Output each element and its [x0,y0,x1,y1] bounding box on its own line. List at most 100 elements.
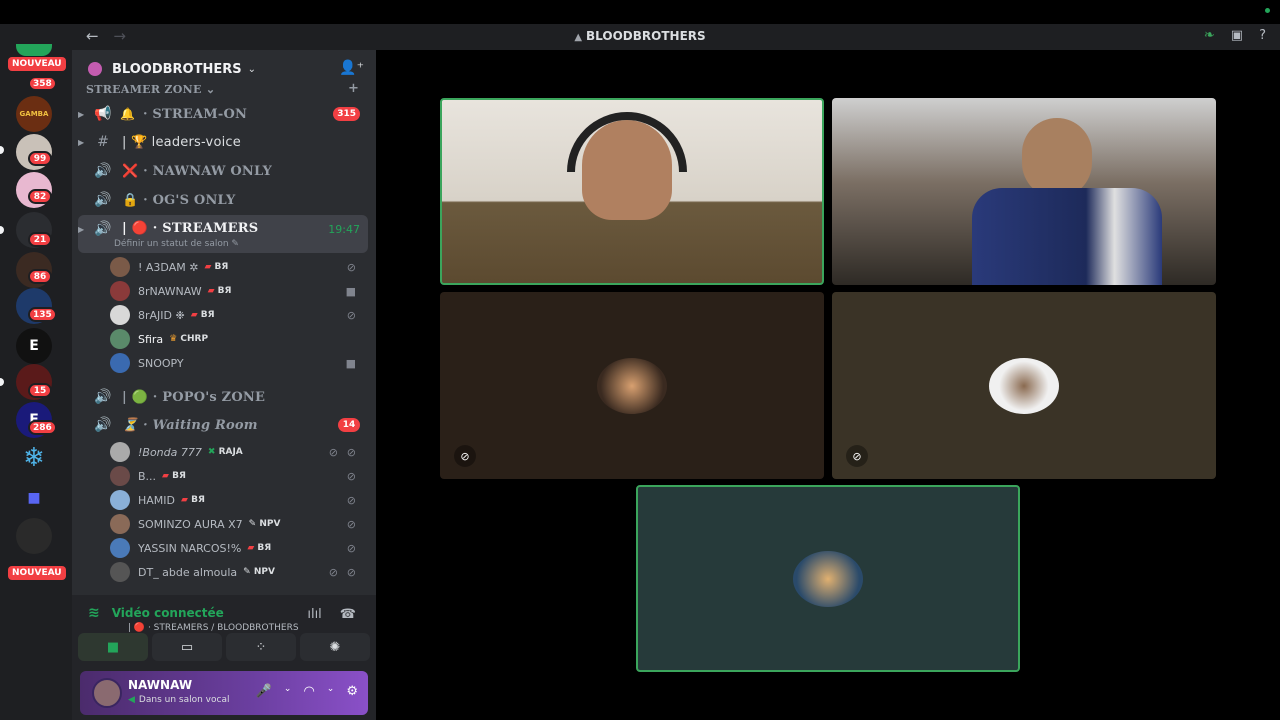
nitro-leaf-icon[interactable]: ❧ [1204,28,1215,43]
expand-arrow-icon: ▶ [78,137,85,147]
help-icon[interactable]: ? [1259,28,1266,43]
unread-pill [0,146,4,154]
channel-streamers[interactable]: ▶ 🔊 | 🔴 · STREAMERS 19:47 Définir un sta… [78,215,368,253]
category-header[interactable]: STREAMER ZONE ⌄ + [86,81,359,96]
folder-icon[interactable]: ■ [16,480,52,516]
channel-waiting-room[interactable]: 🔊 ⏳ · Waiting Room 14 [78,412,368,438]
signal-icon[interactable]: ≋ [88,605,100,621]
user-tag: ✎ NPV [243,567,275,577]
status-dot [1265,8,1270,13]
user-tag: ▰ ВЯ [207,286,232,296]
connection-channel[interactable]: | 🔴 · STREAMERS / BLOODBROTHERS [128,623,299,633]
mic-icon[interactable]: 🎤 [256,684,272,699]
title-bar: ← → ▲ BLOODBROTHERS ❧ ▣ ? [0,24,1280,50]
avatar [110,514,130,534]
server-gamba[interactable]: GAMBA [16,96,52,132]
voice-user[interactable]: DT_ abde almoula ✎ NPV ⊘ ⊘ [110,561,360,583]
channel-stream-on[interactable]: ▶ 📢 🔔 · STREAM-ON 315 [78,101,368,127]
server-e-icon[interactable]: E [16,328,52,364]
snowflake-icon[interactable]: ❄ [16,440,52,476]
soundboard-button[interactable]: ✺ [300,633,370,661]
disconnect-icon[interactable]: ☎ [340,607,356,622]
video-tile-2[interactable] [832,98,1216,285]
voice-user[interactable]: SNOOPY ■ [110,352,360,374]
activities-button[interactable]: ⁘ [226,633,296,661]
mic-muted-icon: ⊘ [846,445,868,467]
mic-muted-icon: ⊘ [346,260,356,274]
mention-badge: 99 [28,151,52,166]
deafened-icon: ⊘ [346,565,356,579]
voice-user[interactable]: B... ▰ ВЯ ⊘ [110,465,360,487]
announcement-icon: 📢 [94,106,112,122]
channel-emoji: 🔔 [120,107,135,121]
server-icon-top[interactable] [16,44,52,56]
voice-user[interactable]: Sfira ♛ CHRP [110,328,360,350]
add-member-icon[interactable]: 👤⁺ [339,60,364,76]
channel-sidebar: BLOODBROTHERS ⌄ 👤⁺ STREAMER ZONE ⌄ + ▶ 📢 … [72,50,376,720]
gear-icon[interactable]: ⚙ [346,684,358,699]
window-title: ▲ BLOODBROTHERS [574,29,706,43]
user-panel: NAWNAW ◀ Dans un salon vocal 🎤 ⌄ ◠ ⌄ ⚙ [80,671,368,715]
channel-name: | 🔴 · STREAMERS [122,221,259,236]
video-tile-5[interactable] [636,485,1020,672]
channel-nawnaw-only[interactable]: 🔊 ❌ · NAWNAW ONLY [78,158,368,184]
mention-badge: 82 [28,189,52,204]
activities-icon: ⁘ [255,639,267,655]
avatar[interactable] [92,678,122,708]
user-tag: ♛ CHRP [169,334,209,344]
speaker-icon: ◀ [128,695,135,705]
mic-muted-icon: ⊘ [454,445,476,467]
server-avatar-7[interactable] [16,518,52,554]
channel-popos-zone[interactable]: 🔊 | 🟢 · POPO's ZONE [78,384,368,410]
guild-icon [88,62,102,76]
server-list: NOUVEAU 358 GAMBA 99 82 21 86 135 E 15 F… [0,44,72,720]
user-tag: ✎ NPV [248,519,281,529]
voice-user[interactable]: 8rAJID ❉ ▰ ВЯ ⊘ [110,304,360,326]
new-badge: NOUVEAU [8,57,66,71]
speaker-icon: 🔊 [94,417,112,433]
voice-user[interactable]: YASSIN NARCOS!% ▰ ВЯ ⊘ [110,537,360,559]
camera-button[interactable]: ■ [78,633,148,661]
video-tile-3[interactable]: ⊘ [440,292,824,479]
channel-name: | 🏆 leaders-voice [122,134,241,150]
speaker-icon: 🔊 [94,163,112,179]
connection-status: ≋ Vidéo connectée [88,605,224,621]
avatar [110,466,130,486]
user-controls: 🎤 ⌄ ◠ ⌄ ⚙ [256,684,358,699]
voice-user[interactable]: 8rNAWNAW ▰ ВЯ ■ [110,280,360,302]
voice-user[interactable]: SOMINZO AURA X7 ✎ NPV ⊘ [110,513,360,535]
expand-arrow-icon: ▶ [78,225,85,234]
headphones-icon[interactable]: ◠ [303,684,314,699]
channel-name: ❌ · NAWNAW ONLY [122,163,272,179]
channel-ogs-only[interactable]: 🔊 🔒 · OG'S ONLY [78,187,368,213]
channel-leaders-voice[interactable]: ▶ # | 🏆 leaders-voice [78,129,368,155]
channel-status-prompt[interactable]: Définir un statut de salon ✎ [114,239,239,249]
user-tag: ▰ ВЯ [204,262,229,272]
speaker-icon: 🔊 [94,221,112,237]
user-tag: ▰ ВЯ [190,310,215,320]
mic-muted-icon: ⊘ [346,517,356,531]
chevron-down-icon[interactable]: ⌄ [327,684,335,699]
video-tile-1[interactable] [440,98,824,285]
video-tile-4[interactable]: ⊘ [832,292,1216,479]
add-channel-icon[interactable]: + [348,81,359,96]
channel-name: · STREAM-ON [142,106,248,122]
mention-badge: 358 [28,76,57,91]
camera-icon: ■ [345,284,356,298]
voice-user[interactable]: ! A3DAM ✲ ▰ ВЯ ⊘ [110,256,360,278]
speaker-icon: 🔊 [94,192,112,208]
chevron-down-icon[interactable]: ⌄ [284,684,292,699]
voice-user[interactable]: !Bonda 777 ✖ RAJA ⊘ ⊘ [110,441,360,463]
inbox-icon[interactable]: ▣ [1231,28,1243,43]
noise-suppression-icon[interactable]: ılıl [307,607,321,622]
screen-share-button[interactable]: ▭ [152,633,222,661]
mention-badge: 286 [28,420,57,435]
voice-user[interactable]: HAMID ▰ ВЯ ⊘ [110,489,360,511]
avatar [110,538,130,558]
mic-muted-icon: ⊘ [346,308,356,322]
mention-badge: 135 [28,307,57,322]
username: NAWNAW [128,678,193,692]
channel-name: | 🟢 · POPO's ZONE [122,389,266,405]
user-tag: ▰ ВЯ [162,471,186,481]
connection-actions: ılıl ☎ [307,607,356,622]
